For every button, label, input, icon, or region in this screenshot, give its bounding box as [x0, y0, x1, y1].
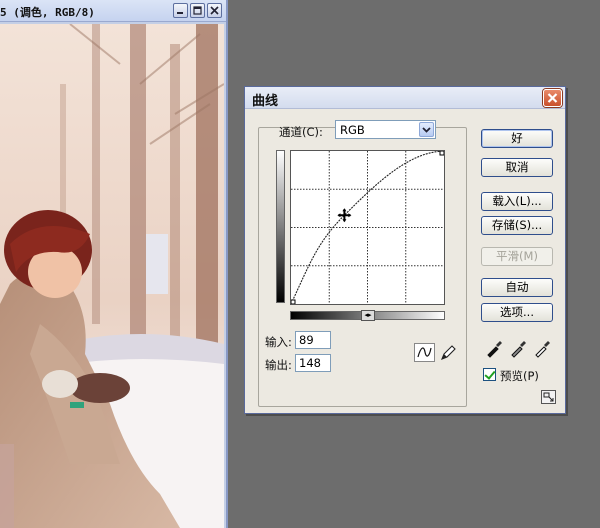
- load-button[interactable]: 载入(L)...: [481, 192, 553, 211]
- grid-lines: [291, 151, 444, 304]
- document-window: 5 (调色, RGB/8): [0, 0, 228, 528]
- maximize-icon: [193, 6, 202, 15]
- maximize-button[interactable]: [190, 3, 205, 18]
- save-button[interactable]: 存储(S)...: [481, 216, 553, 235]
- gray-eyedropper-icon: [511, 341, 526, 358]
- close-icon: [547, 93, 558, 103]
- curve-point-black[interactable]: [291, 299, 296, 304]
- photo-canvas[interactable]: [0, 24, 224, 528]
- dialog-titlebar[interactable]: 曲线: [245, 87, 565, 109]
- dialog-title: 曲线: [252, 94, 279, 109]
- cancel-button[interactable]: 取消: [481, 158, 553, 177]
- document-close-button[interactable]: [207, 3, 222, 18]
- gradient-toggle-icon[interactable]: ◂▸: [361, 310, 375, 321]
- chevron-down-icon: [422, 127, 431, 133]
- auto-button[interactable]: 自动: [481, 278, 553, 297]
- channel-dropdown-button[interactable]: [419, 122, 434, 137]
- pencil-tool-button[interactable]: [438, 343, 459, 362]
- expand-icon: [543, 392, 554, 402]
- close-icon: [210, 6, 219, 15]
- document-titlebar[interactable]: 5 (调色, RGB/8): [0, 0, 226, 22]
- output-gradient-bar: [276, 150, 285, 303]
- curves-dialog: 曲线 通道(C): RGB ◂▸ 输入: 89 输出: 148 好 取消 载入(…: [244, 86, 566, 414]
- document-title: 5 (调色, RGB/8): [0, 6, 95, 19]
- gray-eyedropper-button[interactable]: [509, 338, 529, 358]
- curve-grid-svg: [291, 151, 444, 304]
- minimize-icon: [177, 12, 183, 14]
- black-eyedropper-button[interactable]: [485, 338, 505, 358]
- minimize-button[interactable]: [173, 3, 188, 18]
- preview-checkbox[interactable]: [483, 368, 496, 381]
- white-eyedropper-button[interactable]: [533, 338, 553, 358]
- smooth-button[interactable]: 平滑(M): [481, 247, 553, 266]
- black-eyedropper-icon: [487, 341, 502, 358]
- input-field[interactable]: 89: [295, 331, 331, 349]
- preview-label: 预览(P): [500, 369, 539, 383]
- dialog-close-button[interactable]: [543, 89, 562, 107]
- expand-button[interactable]: [541, 390, 556, 404]
- output-label: 输出:: [265, 358, 292, 372]
- options-button[interactable]: 选项...: [481, 303, 553, 322]
- curve-point-white[interactable]: [439, 151, 444, 156]
- curve-graph[interactable]: [290, 150, 445, 305]
- channel-value: RGB: [340, 123, 365, 137]
- photo-image: [0, 24, 224, 528]
- curve-tool-button[interactable]: [414, 343, 435, 362]
- pencil-tool-icon: [441, 345, 456, 360]
- channel-label: 通道(C):: [279, 125, 323, 139]
- output-field[interactable]: 148: [295, 354, 331, 372]
- ok-button[interactable]: 好: [481, 129, 553, 148]
- channel-select[interactable]: RGB: [335, 120, 436, 139]
- white-eyedropper-icon: [535, 341, 550, 358]
- curve-tool-icon: [417, 347, 432, 358]
- input-label: 输入:: [265, 335, 292, 349]
